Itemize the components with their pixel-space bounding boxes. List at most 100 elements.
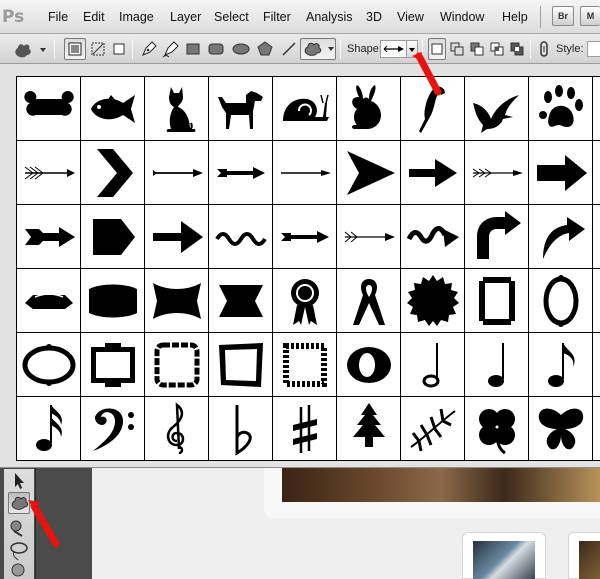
shape-cell[interactable] [273, 397, 336, 460]
menu-image[interactable]: Image [119, 10, 154, 24]
subtract-shape-button[interactable] [468, 38, 486, 60]
shape-cell[interactable] [81, 397, 144, 460]
polygon-tool-button[interactable] [254, 38, 274, 60]
thumbnail-card[interactable] [568, 532, 600, 579]
menu-view[interactable]: View [397, 10, 424, 24]
shape-cell[interactable] [529, 333, 592, 396]
shape-cell[interactable] [209, 141, 272, 204]
menu-select[interactable]: Select [214, 10, 249, 24]
shape-cell[interactable] [145, 141, 208, 204]
shape-cell[interactable] [145, 205, 208, 268]
shape-cell[interactable] [337, 333, 400, 396]
shape-cell[interactable] [337, 77, 400, 140]
shape-cell[interactable] [273, 77, 336, 140]
shape-cell[interactable] [81, 77, 144, 140]
shape-cell[interactable] [465, 333, 528, 396]
menu-analysis[interactable]: Analysis [306, 10, 353, 24]
shape-cell[interactable] [145, 77, 208, 140]
shape-cell[interactable] [465, 77, 528, 140]
bridge-button[interactable]: Br [552, 6, 574, 26]
shape-cell[interactable] [593, 141, 600, 204]
add-to-shape-button[interactable] [448, 38, 466, 60]
shape-cell[interactable] [145, 333, 208, 396]
custom-shape-tool-button[interactable] [300, 38, 336, 60]
pen-tool-button[interactable] [138, 38, 158, 60]
shape-cell[interactable] [273, 269, 336, 332]
shape-cell[interactable] [17, 205, 80, 268]
menu-file[interactable]: File [48, 10, 68, 24]
shape-cell[interactable] [529, 77, 592, 140]
thumbnail-card[interactable] [462, 532, 546, 579]
sponge-tool-button[interactable] [8, 560, 30, 579]
shape-cell[interactable] [81, 141, 144, 204]
shape-cell[interactable] [81, 333, 144, 396]
shape-cell[interactable] [401, 333, 464, 396]
shape-cell[interactable] [81, 205, 144, 268]
style-picker[interactable] [587, 41, 600, 57]
shape-layers-button[interactable] [64, 38, 86, 60]
shape-cell[interactable] [529, 141, 592, 204]
mini-bridge-button[interactable]: M [580, 6, 600, 26]
custom-shape-tool-icon [15, 44, 46, 58]
shape-label: Shape: [347, 43, 382, 55]
rectangle-tool-button[interactable] [182, 38, 202, 60]
link-icon [540, 41, 548, 57]
menu-layer[interactable]: Layer [170, 10, 201, 24]
shape-cell[interactable] [593, 397, 600, 460]
shape-cell[interactable] [593, 269, 600, 332]
shape-cell[interactable] [81, 269, 144, 332]
tool-preset-picker[interactable] [8, 38, 48, 60]
menu-help[interactable]: Help [502, 10, 528, 24]
freeform-pen-button[interactable] [160, 38, 180, 60]
shape-cell[interactable] [401, 397, 464, 460]
paths-button[interactable] [87, 38, 109, 60]
blank-shape-icon [597, 401, 600, 457]
shape-cell[interactable] [529, 269, 592, 332]
shape-cell[interactable] [17, 333, 80, 396]
menu-edit[interactable]: Edit [83, 10, 105, 24]
blank-shape-icon [597, 337, 600, 393]
shape-cell[interactable] [209, 269, 272, 332]
exclude-shape-button[interactable] [508, 38, 526, 60]
shape-cell[interactable] [465, 205, 528, 268]
menu-3d[interactable]: 3D [366, 10, 382, 24]
shape-cell[interactable] [145, 269, 208, 332]
shape-cell[interactable] [17, 77, 80, 140]
shape-cell[interactable] [273, 205, 336, 268]
shape-cell[interactable] [593, 77, 600, 140]
shape-cell[interactable] [17, 269, 80, 332]
move-tool-button[interactable] [8, 470, 30, 492]
shape-cell[interactable] [401, 141, 464, 204]
shape-cell[interactable] [465, 141, 528, 204]
shape-cell[interactable] [209, 397, 272, 460]
shape-cell[interactable] [593, 333, 600, 396]
fill-pixels-button[interactable] [108, 38, 128, 60]
shape-cell[interactable] [337, 205, 400, 268]
menu-filter[interactable]: Filter [263, 10, 291, 24]
shape-cell[interactable] [465, 269, 528, 332]
shape-cell[interactable] [337, 397, 400, 460]
shape-cell[interactable] [337, 269, 400, 332]
shape-cell[interactable] [337, 141, 400, 204]
shape-cell[interactable] [273, 141, 336, 204]
shape-cell[interactable] [273, 333, 336, 396]
shape-cell[interactable] [209, 333, 272, 396]
shape-cell[interactable] [145, 397, 208, 460]
line-tool-button[interactable] [278, 38, 298, 60]
link-style-button[interactable] [535, 38, 553, 60]
shape-cell[interactable] [209, 205, 272, 268]
shape-cell[interactable] [593, 205, 600, 268]
shape-cell[interactable] [529, 205, 592, 268]
shape-cell[interactable] [209, 77, 272, 140]
ellipse-tool-button[interactable] [229, 38, 251, 60]
shape-cell[interactable] [465, 397, 528, 460]
shape-cell[interactable] [529, 397, 592, 460]
rectangle-icon [186, 43, 200, 55]
shape-cell[interactable] [17, 397, 80, 460]
rounded-rectangle-tool-button[interactable] [205, 38, 225, 60]
shape-cell[interactable] [17, 141, 80, 204]
menu-window[interactable]: Window [440, 10, 484, 24]
shape-cell[interactable] [401, 269, 464, 332]
intersect-shape-button[interactable] [488, 38, 506, 60]
shape-cell[interactable] [401, 205, 464, 268]
